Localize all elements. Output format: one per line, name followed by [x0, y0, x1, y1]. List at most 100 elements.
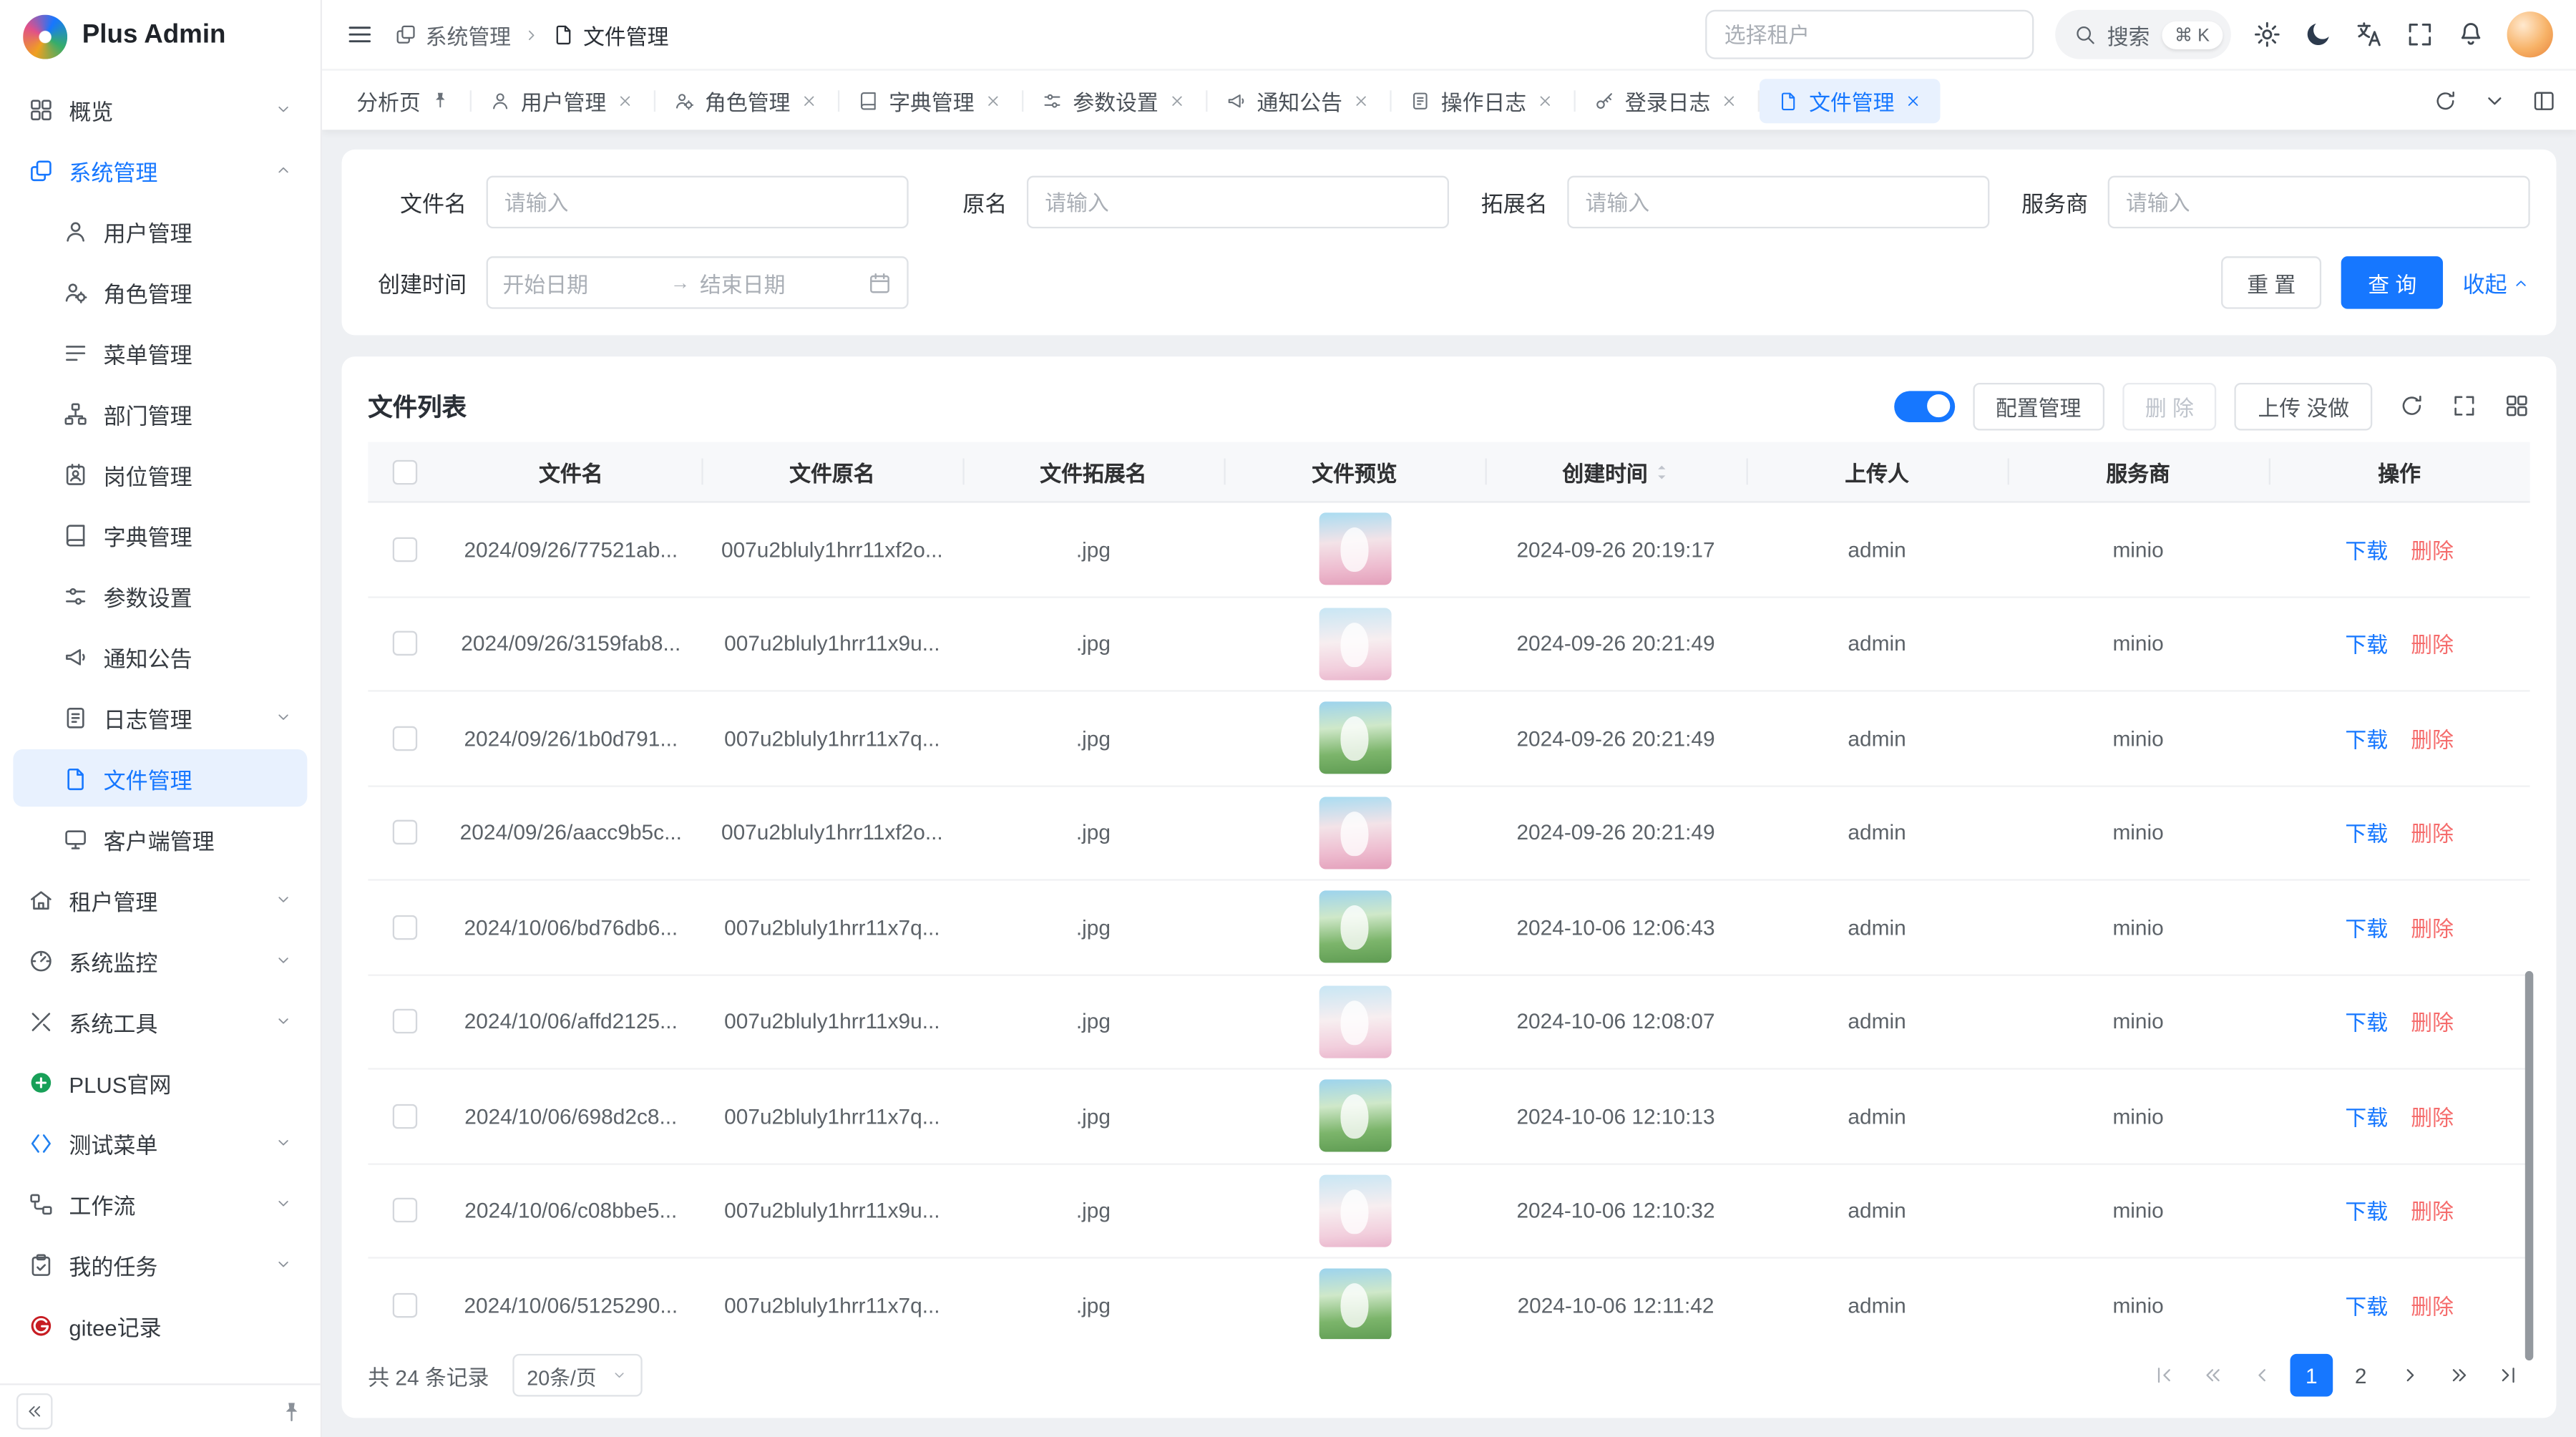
- fullscreen-icon[interactable]: [2451, 393, 2478, 419]
- row-checkbox[interactable]: [392, 1198, 416, 1222]
- tab[interactable]: 登录日志: [1576, 78, 1757, 122]
- row-checkbox[interactable]: [392, 537, 416, 561]
- logo[interactable]: Plus Admin: [0, 0, 321, 72]
- pin-icon[interactable]: [431, 90, 451, 110]
- delete-button[interactable]: 删 除: [2122, 382, 2217, 430]
- file-preview-image[interactable]: [1318, 702, 1390, 774]
- file-preview-image[interactable]: [1318, 985, 1390, 1058]
- settings-icon[interactable]: [2253, 20, 2282, 49]
- next-5-pages-button[interactable]: [2438, 1354, 2481, 1397]
- filter-input[interactable]: [487, 176, 909, 228]
- delete-link[interactable]: 删除: [2411, 1006, 2454, 1038]
- close-icon[interactable]: [1352, 91, 1370, 109]
- sidebar-item[interactable]: 租户管理: [13, 871, 307, 928]
- close-icon[interactable]: [1904, 91, 1922, 109]
- close-icon[interactable]: [1536, 91, 1554, 109]
- tab[interactable]: 用户管理: [472, 78, 653, 122]
- download-link[interactable]: 下载: [2345, 1101, 2388, 1132]
- refresh-icon[interactable]: [2433, 88, 2457, 112]
- column-settings-icon[interactable]: [2504, 393, 2530, 419]
- row-checkbox[interactable]: [392, 726, 416, 750]
- download-link[interactable]: 下载: [2345, 1290, 2388, 1321]
- file-preview-image[interactable]: [1318, 891, 1390, 963]
- delete-link[interactable]: 删除: [2411, 1101, 2454, 1132]
- sidebar-item[interactable]: 概览: [13, 80, 307, 137]
- date-range-picker[interactable]: 开始日期 → 结束日期: [487, 256, 909, 308]
- sidebar-item[interactable]: 部门管理: [13, 384, 307, 442]
- fullscreen-icon[interactable]: [2405, 20, 2434, 49]
- layout-icon[interactable]: [2532, 88, 2556, 112]
- row-checkbox[interactable]: [392, 915, 416, 939]
- config-management-button[interactable]: 配置管理: [1973, 382, 2104, 430]
- download-link[interactable]: 下载: [2345, 723, 2388, 754]
- row-checkbox[interactable]: [392, 631, 416, 656]
- prev-5-pages-button[interactable]: [2192, 1354, 2235, 1397]
- page-number-button[interactable]: 1: [2290, 1354, 2333, 1397]
- download-link[interactable]: 下载: [2345, 1195, 2388, 1227]
- tab[interactable]: 操作日志: [1392, 78, 1573, 122]
- chevron-down-icon[interactable]: [2482, 88, 2507, 112]
- notifications-icon[interactable]: [2456, 20, 2485, 49]
- page-number-button[interactable]: 2: [2339, 1354, 2382, 1397]
- file-preview-image[interactable]: [1318, 1080, 1390, 1152]
- sidebar-collapse-button[interactable]: [16, 1393, 53, 1430]
- tab[interactable]: 文件管理: [1760, 78, 1941, 122]
- sidebar-item[interactable]: 工作流: [13, 1175, 307, 1232]
- delete-link[interactable]: 删除: [2411, 534, 2454, 565]
- global-search[interactable]: 搜索 ⌘ K: [2054, 10, 2231, 59]
- sidebar-item[interactable]: 菜单管理: [13, 323, 307, 381]
- first-page-button[interactable]: [2142, 1354, 2185, 1397]
- close-icon[interactable]: [616, 91, 634, 109]
- delete-link[interactable]: 删除: [2411, 723, 2454, 754]
- sidebar-item[interactable]: 岗位管理: [13, 445, 307, 502]
- last-page-button[interactable]: [2487, 1354, 2530, 1397]
- toggle-switch[interactable]: [1894, 390, 1955, 422]
- sidebar-item[interactable]: 参数设置: [13, 567, 307, 624]
- row-checkbox[interactable]: [392, 820, 416, 844]
- tab[interactable]: 分析页: [338, 78, 468, 122]
- delete-link[interactable]: 删除: [2411, 1195, 2454, 1227]
- sidebar-item[interactable]: 系统工具: [13, 993, 307, 1050]
- next-page-button[interactable]: [2389, 1354, 2431, 1397]
- sidebar-item[interactable]: 用户管理: [13, 202, 307, 259]
- reset-button[interactable]: 重 置: [2221, 256, 2322, 308]
- hamburger-menu-icon[interactable]: [345, 20, 374, 49]
- breadcrumb-item[interactable]: 系统管理: [394, 19, 511, 50]
- file-preview-image[interactable]: [1318, 1269, 1390, 1339]
- filter-input[interactable]: [2108, 176, 2530, 228]
- select-all-checkbox[interactable]: [392, 459, 416, 484]
- close-icon[interactable]: [1169, 91, 1186, 109]
- download-link[interactable]: 下载: [2345, 628, 2388, 660]
- search-button[interactable]: 查 询: [2342, 256, 2443, 308]
- upload-button[interactable]: 上传 没做: [2235, 382, 2372, 430]
- filter-input[interactable]: [1027, 176, 1449, 228]
- row-checkbox[interactable]: [392, 1292, 416, 1317]
- tab[interactable]: 字典管理: [839, 78, 1020, 122]
- breadcrumb-item[interactable]: 文件管理: [552, 19, 668, 50]
- row-checkbox[interactable]: [392, 1009, 416, 1033]
- tenant-select[interactable]: [1704, 10, 2033, 59]
- page-size-select[interactable]: 20条/页: [512, 1354, 642, 1397]
- close-icon[interactable]: [1720, 91, 1738, 109]
- delete-link[interactable]: 删除: [2411, 912, 2454, 943]
- sort-icon[interactable]: [1654, 459, 1669, 484]
- tab[interactable]: 参数设置: [1024, 78, 1205, 122]
- sidebar-item[interactable]: 系统监控: [13, 932, 307, 989]
- delete-link[interactable]: 删除: [2411, 817, 2454, 849]
- sidebar-item[interactable]: gitee记录: [13, 1296, 307, 1353]
- file-preview-image[interactable]: [1318, 1174, 1390, 1247]
- download-link[interactable]: 下载: [2345, 1006, 2388, 1038]
- sidebar-item[interactable]: 角色管理: [13, 263, 307, 320]
- table-scrollbar[interactable]: [2525, 971, 2533, 1360]
- sidebar-item[interactable]: 通知公告: [13, 628, 307, 685]
- sidebar-item[interactable]: 客户端管理: [13, 810, 307, 867]
- file-preview-image[interactable]: [1318, 513, 1390, 585]
- download-link[interactable]: 下载: [2345, 534, 2388, 565]
- sidebar-item[interactable]: 系统管理: [13, 141, 307, 198]
- sidebar-item[interactable]: PLUS官网: [13, 1053, 307, 1111]
- dark-mode-icon[interactable]: [2303, 20, 2333, 49]
- close-icon[interactable]: [984, 91, 1002, 109]
- pin-icon[interactable]: [279, 1399, 303, 1423]
- sidebar-item[interactable]: 我的任务: [13, 1236, 307, 1293]
- row-checkbox[interactable]: [392, 1104, 416, 1128]
